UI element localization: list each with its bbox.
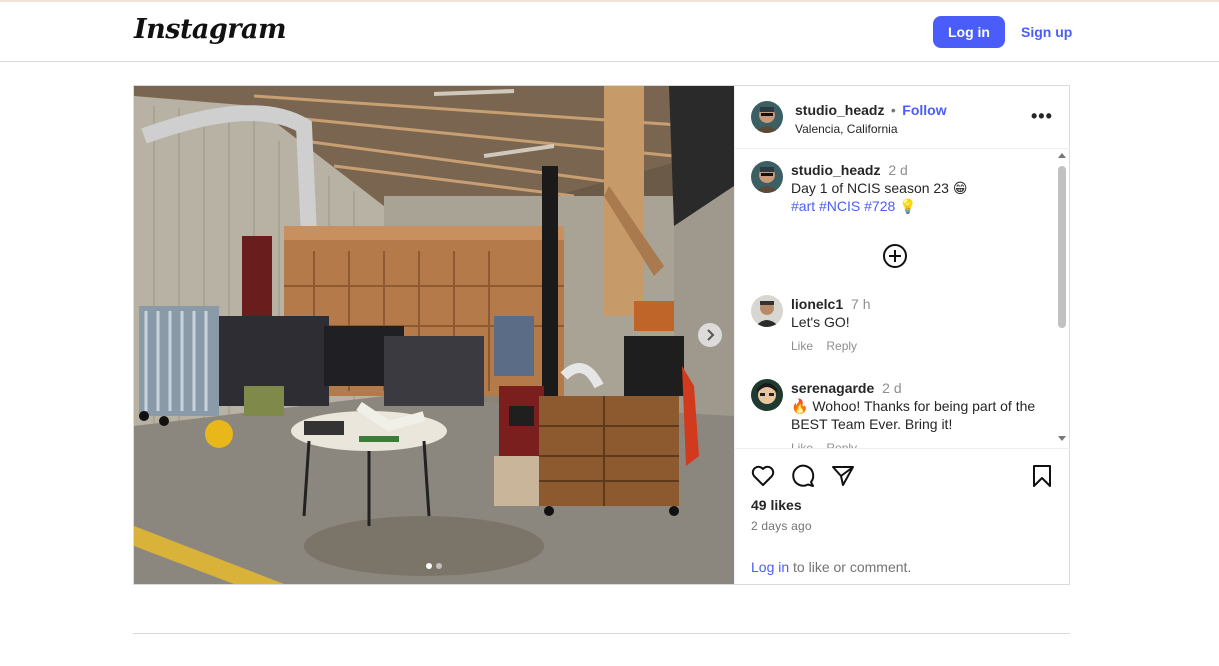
instagram-logo[interactable]: Instagram: [134, 14, 287, 45]
post-actions: 49 likes 2 days ago Log in to like or co…: [735, 449, 1070, 584]
top-navbar: Instagram Log in Sign up: [0, 2, 1219, 62]
post-side-panel: studio_headz • Follow Valencia, Californ…: [734, 86, 1070, 584]
caption-text: Day 1 of NCIS season 23 😁: [791, 180, 968, 196]
comment-reply-button[interactable]: Reply: [826, 339, 857, 353]
comment-reply-button[interactable]: Reply: [826, 441, 857, 448]
comments-list: studio_headz 2 d Day 1 of NCIS season 23…: [735, 149, 1070, 449]
caption-hashtags: #art #NCIS #728 💡: [791, 197, 1051, 215]
commenter-avatar[interactable]: [751, 379, 783, 411]
carousel-dot-1: [426, 563, 432, 569]
follow-button[interactable]: Follow: [902, 102, 946, 118]
login-button[interactable]: Log in: [933, 16, 1005, 48]
hashtag-ncis[interactable]: #NCIS: [819, 198, 860, 214]
post-location[interactable]: Valencia, California: [795, 122, 947, 136]
hashtag-728[interactable]: #728: [864, 198, 895, 214]
more-options-icon[interactable]: •••: [1031, 106, 1053, 127]
avatar-image: [751, 161, 783, 193]
comment-item: serenagarde 2 d 🔥 Wohoo! Thanks for bein…: [751, 379, 1051, 448]
heart-icon[interactable]: [750, 463, 776, 489]
warehouse-photo-illustration: [134, 86, 734, 584]
comment-time: 7 h: [851, 296, 871, 312]
lightbulb-emoji: 💡: [899, 198, 917, 214]
bookmark-icon[interactable]: [1029, 463, 1055, 489]
commenter-avatar[interactable]: [751, 295, 783, 327]
scroll-down-arrow-icon[interactable]: [1058, 436, 1066, 441]
comment-username[interactable]: lionelc1: [791, 296, 843, 312]
comment-icon[interactable]: [790, 463, 816, 489]
author-username[interactable]: studio_headz: [795, 102, 884, 118]
comments-scrollbar[interactable]: [1055, 149, 1069, 448]
chevron-right-icon: [707, 329, 715, 341]
scrollbar-thumb[interactable]: [1058, 166, 1066, 328]
caption-text-block: studio_headz 2 d Day 1 of NCIS season 23…: [791, 161, 1051, 215]
avatar-image: [751, 379, 783, 411]
scroll-up-arrow-icon[interactable]: [1058, 153, 1066, 158]
comment-actions: Like Reply: [791, 337, 1051, 355]
comment-item: lionelc1 7 h Let's GO! Like Reply: [751, 295, 1051, 365]
comment-actions: Like Reply: [791, 439, 1051, 448]
caption-comment: studio_headz 2 d Day 1 of NCIS season 23…: [751, 161, 1051, 231]
share-icon[interactable]: [830, 463, 856, 489]
author-avatar[interactable]: [751, 161, 783, 193]
carousel-dots: [426, 563, 442, 569]
comment-text: 🔥 Wohoo! Thanks for being part of the BE…: [791, 398, 1036, 432]
hashtag-art[interactable]: #art: [791, 198, 815, 214]
like-count[interactable]: 49 likes: [751, 497, 802, 513]
login-prompt: Log in to like or comment.: [751, 559, 911, 575]
signup-link[interactable]: Sign up: [1021, 24, 1072, 40]
comment-username[interactable]: studio_headz: [791, 162, 880, 178]
login-to-comment-link[interactable]: Log in: [751, 559, 789, 575]
avatar-image: [751, 295, 783, 327]
avatar-image: [751, 101, 783, 133]
author-block: studio_headz • Follow Valencia, Californ…: [795, 102, 947, 136]
comment-time: 2 d: [882, 380, 902, 396]
carousel-dot-2: [436, 563, 442, 569]
next-photo-button[interactable]: [698, 323, 722, 347]
comment-text: Let's GO!: [791, 314, 850, 330]
footer-divider: [133, 633, 1070, 634]
dot-separator: •: [890, 102, 896, 118]
post-header: studio_headz • Follow Valencia, Californ…: [735, 86, 1070, 149]
load-more-comments-button[interactable]: [882, 243, 908, 269]
comment-text-block: serenagarde 2 d 🔥 Wohoo! Thanks for bein…: [791, 379, 1051, 448]
comment-like-button[interactable]: Like: [791, 441, 813, 448]
comment-like-button[interactable]: Like: [791, 339, 813, 353]
plus-circle-icon: [883, 244, 907, 268]
login-prompt-suffix: to like or comment.: [789, 559, 912, 575]
post-photo[interactable]: [134, 86, 734, 584]
comment-time: 2 d: [888, 162, 908, 178]
post-card: studio_headz • Follow Valencia, Californ…: [133, 85, 1070, 585]
comment-username[interactable]: serenagarde: [791, 380, 874, 396]
comment-text-block: lionelc1 7 h Let's GO! Like Reply: [791, 295, 1051, 355]
author-avatar[interactable]: [751, 101, 783, 133]
post-date[interactable]: 2 days ago: [751, 519, 812, 533]
